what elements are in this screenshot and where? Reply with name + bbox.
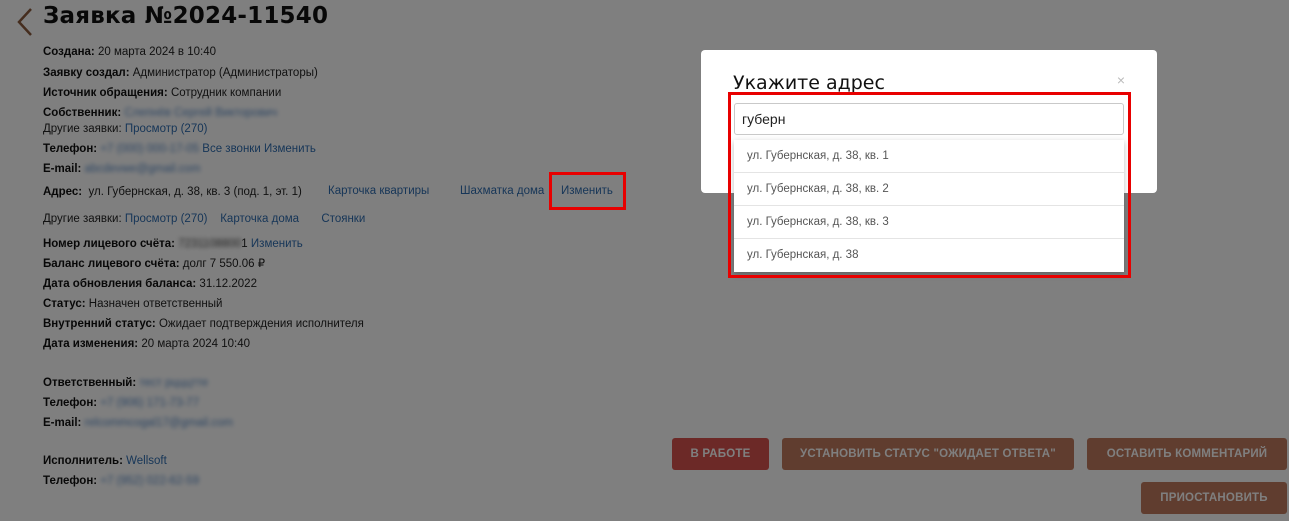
suggestion-item[interactable]: ул. Губернская, д. 38, кв. 2 [734, 173, 1124, 206]
suggestion-item[interactable]: ул. Губернская, д. 38, кв. 3 [734, 206, 1124, 239]
address-search-input[interactable] [734, 103, 1124, 135]
modal-title: Укажите адрес [733, 72, 885, 94]
close-icon[interactable]: × [1117, 72, 1125, 88]
suggestion-item[interactable]: ул. Губернская, д. 38, кв. 1 [734, 140, 1124, 173]
address-suggestions: ул. Губернская, д. 38, кв. 1 ул. Губернс… [734, 140, 1124, 272]
suggestion-item[interactable]: ул. Губернская, д. 38 [734, 239, 1124, 272]
